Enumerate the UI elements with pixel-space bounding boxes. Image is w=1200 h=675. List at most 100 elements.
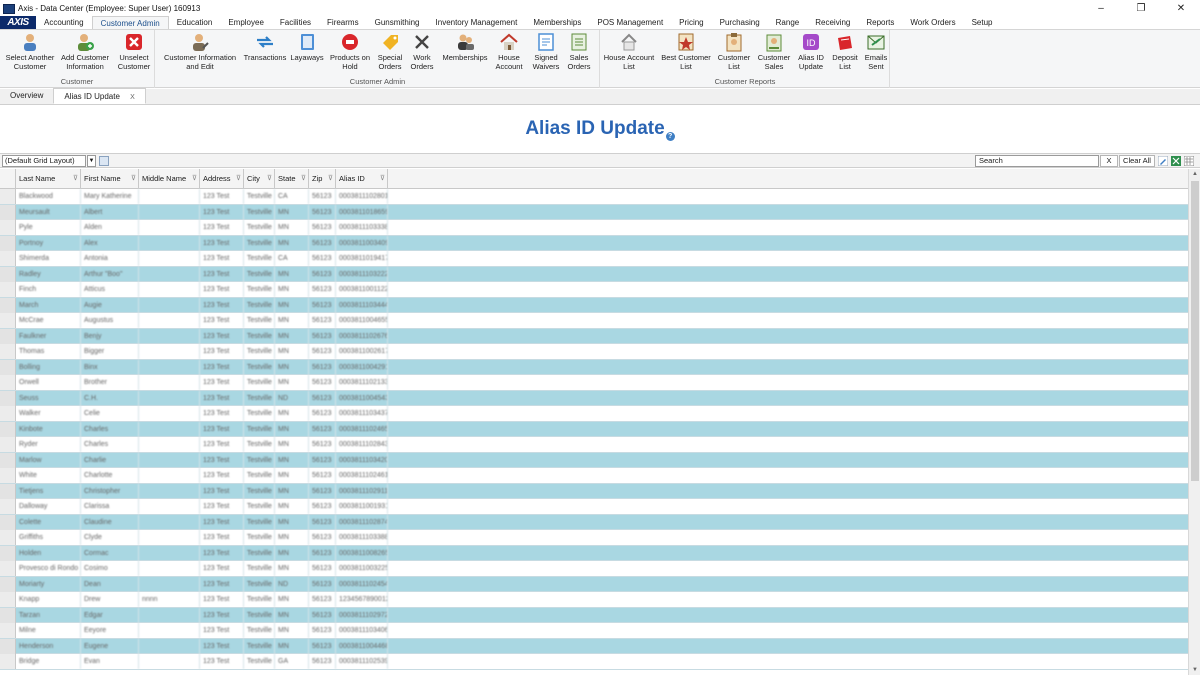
table-row[interactable]: McCrae Augustus 123 Test Testville MN 56123 00… (0, 313, 1188, 329)
table-row[interactable]: Walker Celie 123 Test Testville MN 56123 00038… (0, 406, 1188, 422)
cell-zip[interactable]: 56123 (309, 437, 336, 452)
cell-address[interactable]: 123 Test (200, 220, 244, 235)
cell-last-name[interactable]: Meursault (16, 204, 81, 220)
cell-city[interactable]: Testville (244, 251, 275, 266)
cell-state[interactable]: MN (275, 235, 309, 251)
chevron-down-icon[interactable]: ▼ (87, 155, 96, 167)
tab-overview[interactable]: Overview (0, 88, 53, 104)
cell-state[interactable]: ND (275, 390, 309, 406)
cell-first-name[interactable]: Claudine (81, 514, 139, 530)
cell-last-name[interactable]: Kinbote (16, 421, 81, 437)
cell-state[interactable]: MN (275, 328, 309, 344)
row-selector[interactable] (0, 514, 16, 530)
cell-alias-id[interactable]: 0003811102676 (336, 328, 388, 344)
cell-city[interactable]: Testville (244, 452, 275, 468)
menu-tab-education[interactable]: Education (169, 16, 221, 29)
cell-city[interactable]: Testville (244, 483, 275, 499)
cell-middle-name[interactable] (139, 530, 200, 545)
edit-icon[interactable] (1158, 156, 1168, 166)
row-selector[interactable] (0, 313, 16, 328)
cell-first-name[interactable]: Binx (81, 359, 139, 375)
cell-city[interactable]: Testville (244, 204, 275, 220)
row-selector[interactable] (0, 359, 16, 375)
row-selector[interactable] (0, 545, 16, 561)
cell-address[interactable]: 123 Test (200, 499, 244, 514)
cell-zip[interactable]: 56123 (309, 654, 336, 669)
row-selector[interactable] (0, 375, 16, 390)
cell-middle-name[interactable]: nnnn (139, 592, 200, 607)
clear-search-button[interactable]: X (1100, 155, 1118, 167)
row-selector[interactable] (0, 623, 16, 638)
cell-first-name[interactable]: Charles (81, 421, 139, 437)
cell-middle-name[interactable] (139, 483, 200, 499)
cell-state[interactable]: GA (275, 654, 309, 669)
cell-alias-id[interactable]: 0003811103338 (336, 220, 388, 235)
menu-tab-customer-admin[interactable]: Customer Admin (91, 16, 169, 29)
row-selector[interactable] (0, 204, 16, 220)
cell-middle-name[interactable] (139, 638, 200, 654)
cell-zip[interactable]: 56123 (309, 266, 336, 282)
cell-last-name[interactable]: Knapp (16, 592, 81, 607)
cell-first-name[interactable]: Bigger (81, 344, 139, 359)
table-row[interactable]: Bolling Binx 123 Test Testville MN 56123 00038… (0, 359, 1188, 375)
table-row[interactable]: March Augie 123 Test Testville MN 56123 000381… (0, 297, 1188, 313)
cell-first-name[interactable]: Benjy (81, 328, 139, 344)
menu-tab-facilities[interactable]: Facilities (272, 16, 319, 29)
cell-middle-name[interactable] (139, 189, 200, 204)
filter-icon[interactable]: ⊽ (301, 169, 306, 189)
cell-state[interactable]: MN (275, 204, 309, 220)
table-row[interactable]: Marlow Charlie 123 Test Testville MN 56123 000… (0, 452, 1188, 468)
row-selector[interactable] (0, 220, 16, 235)
cell-first-name[interactable]: Drew (81, 592, 139, 607)
cell-last-name[interactable]: Thomas (16, 344, 81, 359)
cell-address[interactable]: 123 Test (200, 344, 244, 359)
table-row[interactable]: Faulkner Benjy 123 Test Testville MN 56123 000… (0, 328, 1188, 344)
menu-tab-memberships[interactable]: Memberships (525, 16, 589, 29)
cell-first-name[interactable]: Alex (81, 235, 139, 251)
row-selector[interactable] (0, 638, 16, 654)
filter-icon[interactable]: ⊽ (192, 169, 197, 189)
emails-sent-button[interactable]: Emails Sent (836, 32, 916, 71)
cell-alias-id[interactable]: 0003811102972 (336, 607, 388, 623)
cell-city[interactable]: Testville (244, 313, 275, 328)
cell-middle-name[interactable] (139, 421, 200, 437)
help-icon[interactable]: ? (665, 132, 675, 141)
cell-middle-name[interactable] (139, 313, 200, 328)
cell-zip[interactable]: 56123 (309, 545, 336, 561)
cell-state[interactable]: MN (275, 297, 309, 313)
cell-state[interactable]: MN (275, 514, 309, 530)
cell-zip[interactable]: 56123 (309, 235, 336, 251)
cell-first-name[interactable]: Albert (81, 204, 139, 220)
cell-state[interactable]: CA (275, 251, 309, 266)
cell-state[interactable]: MN (275, 220, 309, 235)
cell-city[interactable]: Testville (244, 499, 275, 514)
row-selector[interactable] (0, 499, 16, 514)
row-selector-header[interactable] (0, 169, 16, 189)
row-selector[interactable] (0, 266, 16, 282)
column-header-first-name[interactable]: First Name ⊽ (81, 169, 139, 189)
cell-last-name[interactable]: Ryder (16, 437, 81, 452)
cell-city[interactable]: Testville (244, 468, 275, 483)
cell-state[interactable]: MN (275, 607, 309, 623)
cell-address[interactable]: 123 Test (200, 576, 244, 592)
cell-middle-name[interactable] (139, 576, 200, 592)
cell-zip[interactable]: 56123 (309, 359, 336, 375)
cell-last-name[interactable]: Holden (16, 545, 81, 561)
cell-first-name[interactable]: Dean (81, 576, 139, 592)
clear-all-button[interactable]: Clear All (1119, 155, 1155, 167)
cell-first-name[interactable]: Atticus (81, 282, 139, 297)
cell-city[interactable]: Testville (244, 359, 275, 375)
cell-alias-id[interactable]: 0003811102461 (336, 468, 388, 483)
cell-address[interactable]: 123 Test (200, 251, 244, 266)
minimize-button[interactable]: – (1086, 0, 1116, 17)
cell-alias-id[interactable]: 0003811001122 (336, 282, 388, 297)
cell-address[interactable]: 123 Test (200, 530, 244, 545)
cell-zip[interactable]: 56123 (309, 297, 336, 313)
cell-address[interactable]: 123 Test (200, 607, 244, 623)
menu-tab-range[interactable]: Range (768, 16, 808, 29)
cell-last-name[interactable]: Radley (16, 266, 81, 282)
cell-state[interactable]: MN (275, 313, 309, 328)
cell-alias-id[interactable]: 0003811018659 (336, 204, 388, 220)
cell-last-name[interactable]: Tarzan (16, 607, 81, 623)
cell-middle-name[interactable] (139, 514, 200, 530)
